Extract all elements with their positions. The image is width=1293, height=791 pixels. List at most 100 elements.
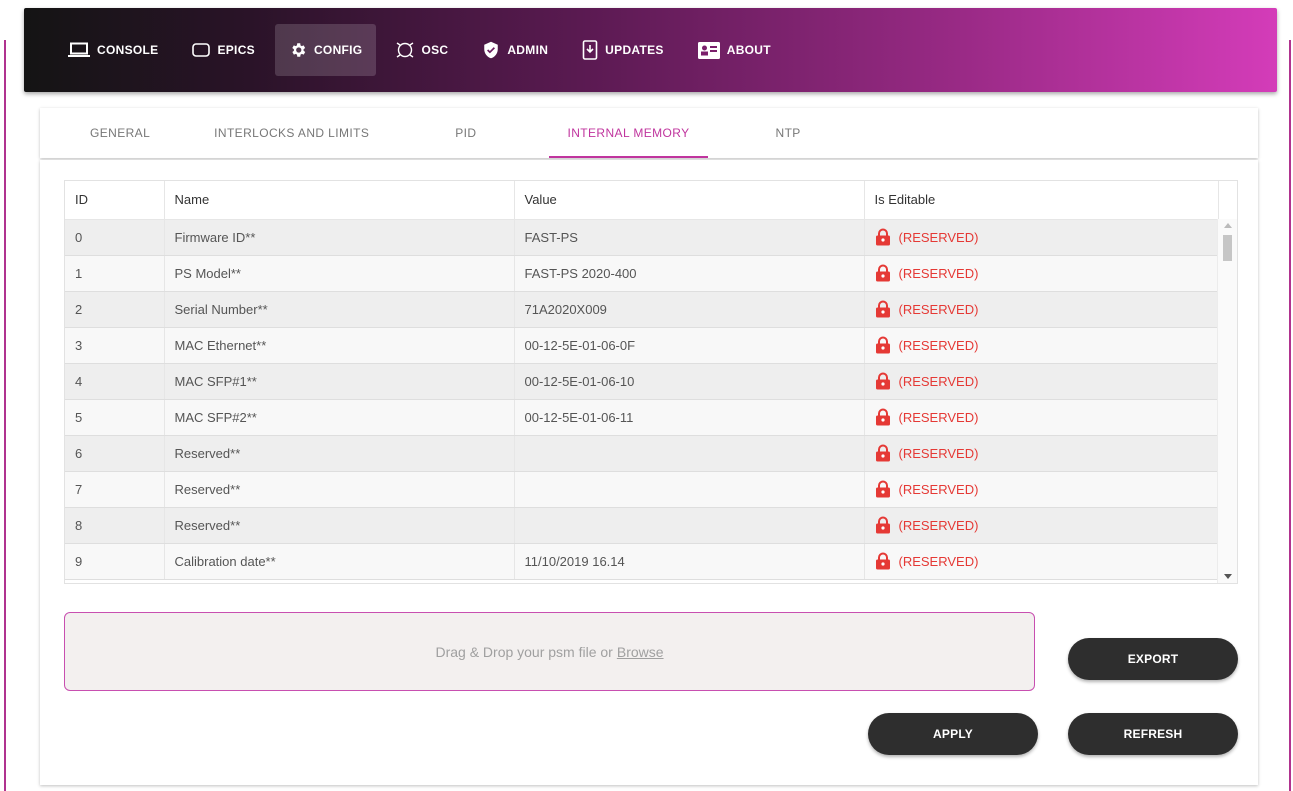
reserved-label: (RESERVED) [898, 409, 979, 425]
nav-label: OSC [421, 43, 449, 57]
table-row[interactable]: 8 Reserved** (RESERVED) [65, 507, 1219, 544]
gear-icon [292, 43, 306, 57]
tab-label: INTERNAL MEMORY [567, 126, 690, 140]
column-header-value[interactable]: Value [514, 181, 865, 220]
device-download-icon [582, 40, 598, 60]
tab-interlocks-and-limits[interactable]: INTERLOCKS AND LIMITS [214, 108, 369, 158]
reserved-indicator: (RESERVED) [875, 516, 1218, 534]
table-row[interactable]: 7 Reserved** (RESERVED) [65, 471, 1219, 508]
lock-icon [875, 552, 890, 570]
reserved-indicator: (RESERVED) [875, 336, 1218, 354]
cell-value: 71A2020X009 [514, 291, 865, 328]
cell-is-editable: (RESERVED) [864, 291, 1219, 328]
cell-name: PS Model** [164, 255, 515, 292]
lock-icon [875, 300, 890, 318]
cell-is-editable: (RESERVED) [864, 399, 1219, 436]
file-dropzone[interactable]: Drag & Drop your psm file or Browse [64, 612, 1035, 691]
column-header-id[interactable]: ID [65, 181, 165, 220]
cell-is-editable: (RESERVED) [864, 327, 1219, 364]
nav-admin[interactable]: ADMIN [468, 24, 562, 76]
nav-osc[interactable]: OSC [382, 24, 462, 76]
reserved-indicator: (RESERVED) [875, 264, 1218, 282]
scroll-thumb[interactable] [1223, 235, 1232, 261]
cell-is-editable: (RESERVED) [864, 363, 1219, 400]
cell-id: 1 [65, 255, 165, 292]
tab-general[interactable]: GENERAL [90, 108, 150, 158]
cell-is-editable: (RESERVED) [864, 471, 1219, 508]
dropzone-text: Drag & Drop your psm file or [435, 643, 613, 660]
tab-label: INTERLOCKS AND LIMITS [214, 126, 370, 140]
table-row[interactable]: 3 MAC Ethernet** 00-12-5E-01-06-0F (RESERVE… [65, 327, 1219, 364]
scroll-up-arrow-icon[interactable] [1224, 223, 1232, 228]
table-row[interactable]: 0 Firmware ID** FAST-PS (RESERVED) [65, 219, 1219, 256]
cell-name: Firmware ID** [164, 219, 515, 256]
column-header-name[interactable]: Name [164, 181, 515, 220]
cell-value: 00-12-5E-01-06-0F [514, 327, 865, 364]
table-row[interactable]: 2 Serial Number** 71A2020X009 (RESERVED) [65, 291, 1219, 328]
nav-label: ADMIN [507, 43, 549, 57]
cell-name: Calibration date** [164, 543, 515, 580]
browse-link[interactable]: Browse [617, 644, 664, 660]
lock-icon [875, 228, 890, 246]
reserved-label: (RESERVED) [898, 373, 979, 389]
table-scrollbar[interactable] [1217, 219, 1237, 583]
refresh-button[interactable]: REFRESH [1068, 713, 1238, 755]
apply-button[interactable]: APPLY [868, 713, 1038, 755]
cell-value: 00-12-5E-01-06-11 [514, 399, 865, 436]
reserved-label: (RESERVED) [898, 265, 979, 281]
internal-memory-panel: ID Name Value Is Editable 0 Firmware ID**… [40, 160, 1258, 785]
cell-name: Serial Number** [164, 291, 515, 328]
cell-value: 00-12-5E-01-06-10 [514, 363, 865, 400]
table-row[interactable]: 6 Reserved** (RESERVED) [65, 435, 1219, 472]
cell-value: FAST-PS [514, 219, 865, 256]
lock-icon [875, 480, 890, 498]
lock-icon [875, 516, 890, 534]
cell-value: FAST-PS 2020-400 [514, 255, 865, 292]
reserved-indicator: (RESERVED) [875, 552, 1218, 570]
table-row[interactable]: 5 MAC SFP#2** 00-12-5E-01-06-11 (RESERVED) [65, 399, 1219, 436]
reserved-indicator: (RESERVED) [875, 408, 1218, 426]
column-header-is-editable[interactable]: Is Editable [864, 181, 1219, 220]
reserved-label: (RESERVED) [898, 445, 979, 461]
table-row[interactable]: 9 Calibration date** 11/10/2019 16.14 (RESE… [65, 543, 1219, 580]
reserved-label: (RESERVED) [898, 229, 979, 245]
table-header-row: ID Name Value Is Editable [65, 181, 1219, 220]
config-tabs: GENERAL INTERLOCKS AND LIMITS PID INTERN… [40, 108, 1258, 158]
shield-check-icon [484, 41, 499, 59]
id-card-icon [697, 41, 720, 59]
cell-name: Reserved** [164, 507, 515, 544]
nav-label: EPICS [217, 43, 255, 57]
lock-icon [875, 264, 890, 282]
lock-icon [875, 408, 890, 426]
nav-label: UPDATES [605, 43, 664, 57]
cell-name: Reserved** [164, 435, 515, 472]
nav-console[interactable]: CONSOLE [54, 24, 172, 76]
tab-label: NTP [775, 126, 801, 140]
nav-about[interactable]: ABOUT [684, 24, 785, 76]
top-navbar: CONSOLE EPICS CONFIG OSC ADMIN UPDATES A… [24, 8, 1277, 92]
memory-table: ID Name Value Is Editable 0 Firmware ID**… [65, 181, 1219, 580]
lock-icon [875, 372, 890, 390]
laptop-icon [68, 42, 90, 57]
cell-id: 6 [65, 435, 165, 472]
nav-config[interactable]: CONFIG [274, 24, 377, 76]
nav-label: ABOUT [726, 43, 771, 57]
scroll-down-arrow-icon[interactable] [1224, 574, 1232, 579]
nav-epics[interactable]: EPICS [178, 24, 269, 76]
cell-id: 4 [65, 363, 165, 400]
lock-icon [875, 336, 890, 354]
tab-pid[interactable]: PID [455, 108, 476, 158]
cell-id: 9 [65, 543, 165, 580]
cell-is-editable: (RESERVED) [864, 255, 1219, 292]
cell-id: 5 [65, 399, 165, 436]
tab-ntp[interactable]: NTP [776, 108, 801, 158]
cell-is-editable: (RESERVED) [864, 219, 1219, 256]
nav-updates[interactable]: UPDATES [568, 24, 678, 76]
reserved-label: (RESERVED) [898, 481, 979, 497]
cell-name: MAC Ethernet** [164, 327, 515, 364]
table-row[interactable]: 4 MAC SFP#1** 00-12-5E-01-06-10 (RESERVED) [65, 363, 1219, 400]
table-row[interactable]: 1 PS Model** FAST-PS 2020-400 (RESERVED) [65, 255, 1219, 292]
tab-internal-memory[interactable]: INTERNAL MEMORY [549, 108, 708, 158]
nav-label: CONFIG [313, 43, 363, 57]
export-button[interactable]: EXPORT [1068, 638, 1238, 680]
